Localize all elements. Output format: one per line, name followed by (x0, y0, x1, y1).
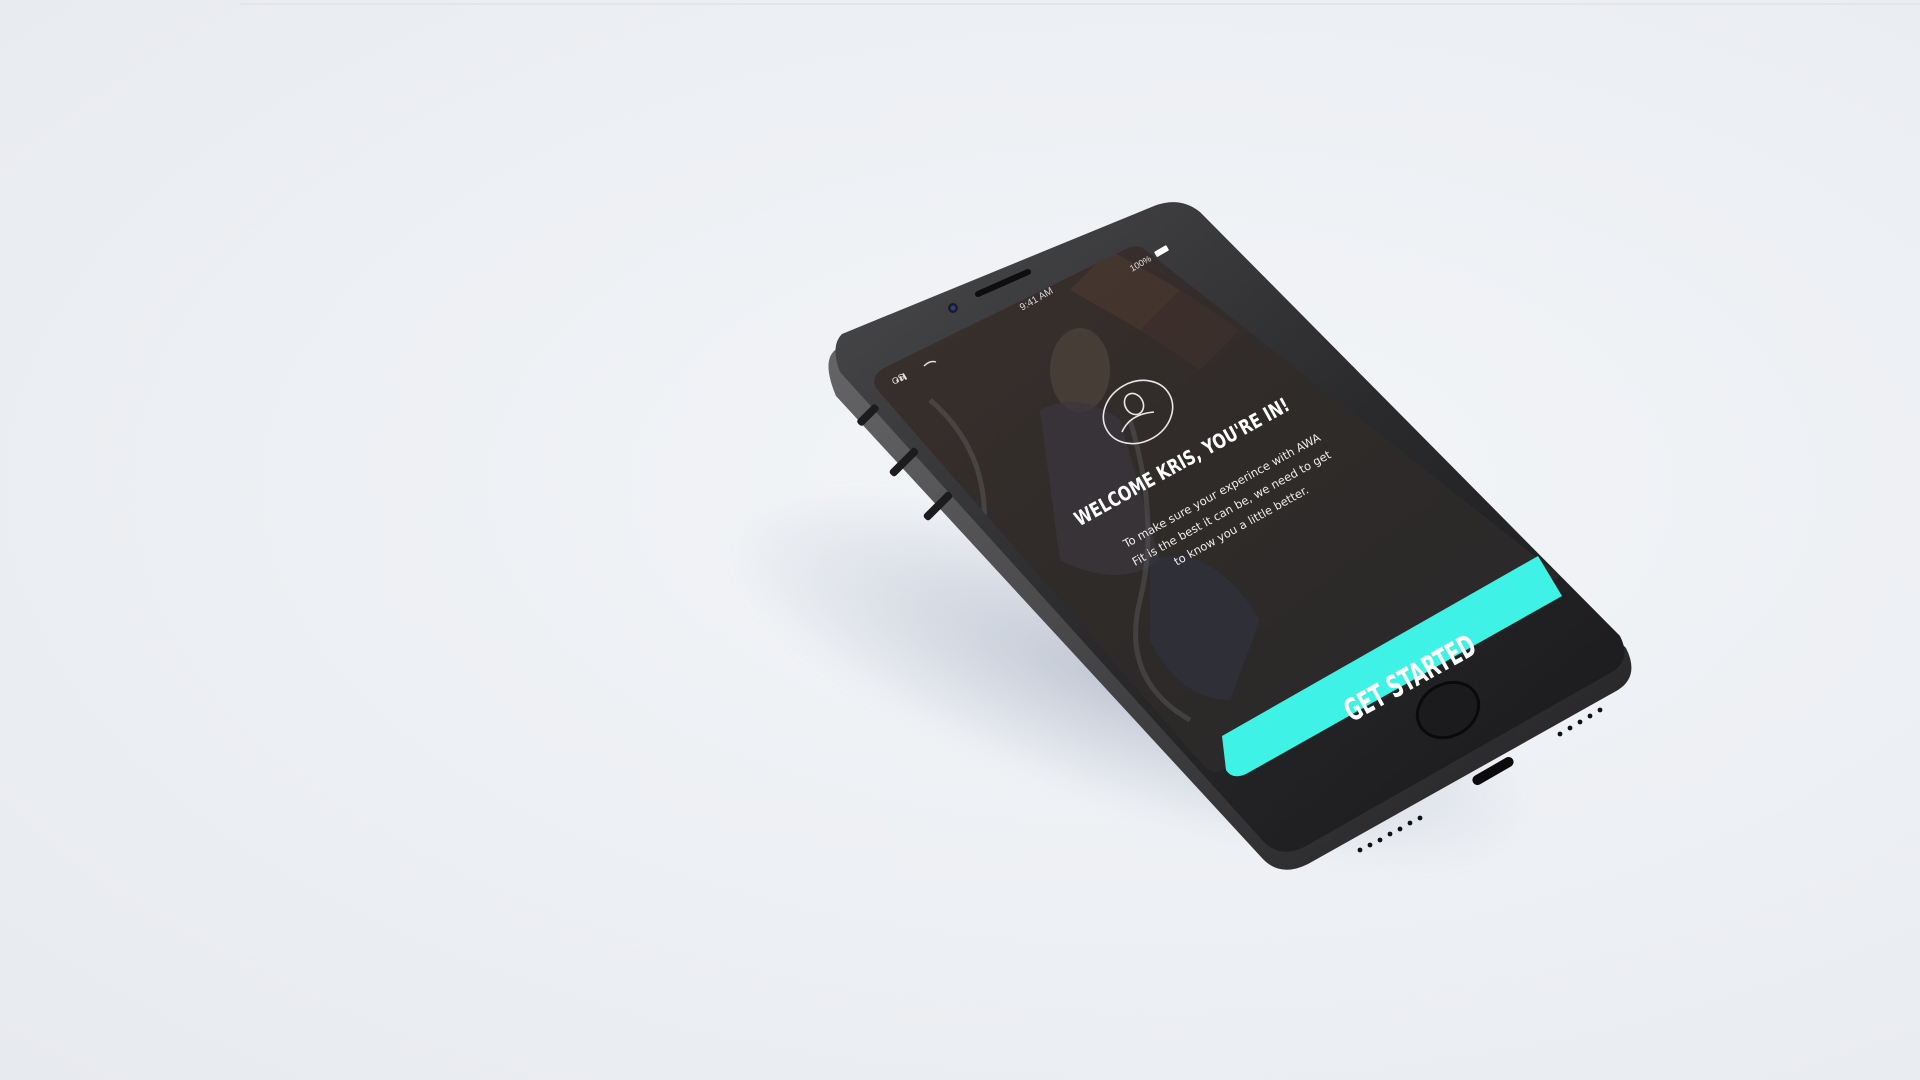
phone-body-svg (828, 202, 1632, 870)
mockup-stage: OS 9:41 AM 100% WELCOME KRIS, YOU'RE IN!… (0, 0, 1920, 1080)
phone-mockup (0, 0, 1920, 1080)
